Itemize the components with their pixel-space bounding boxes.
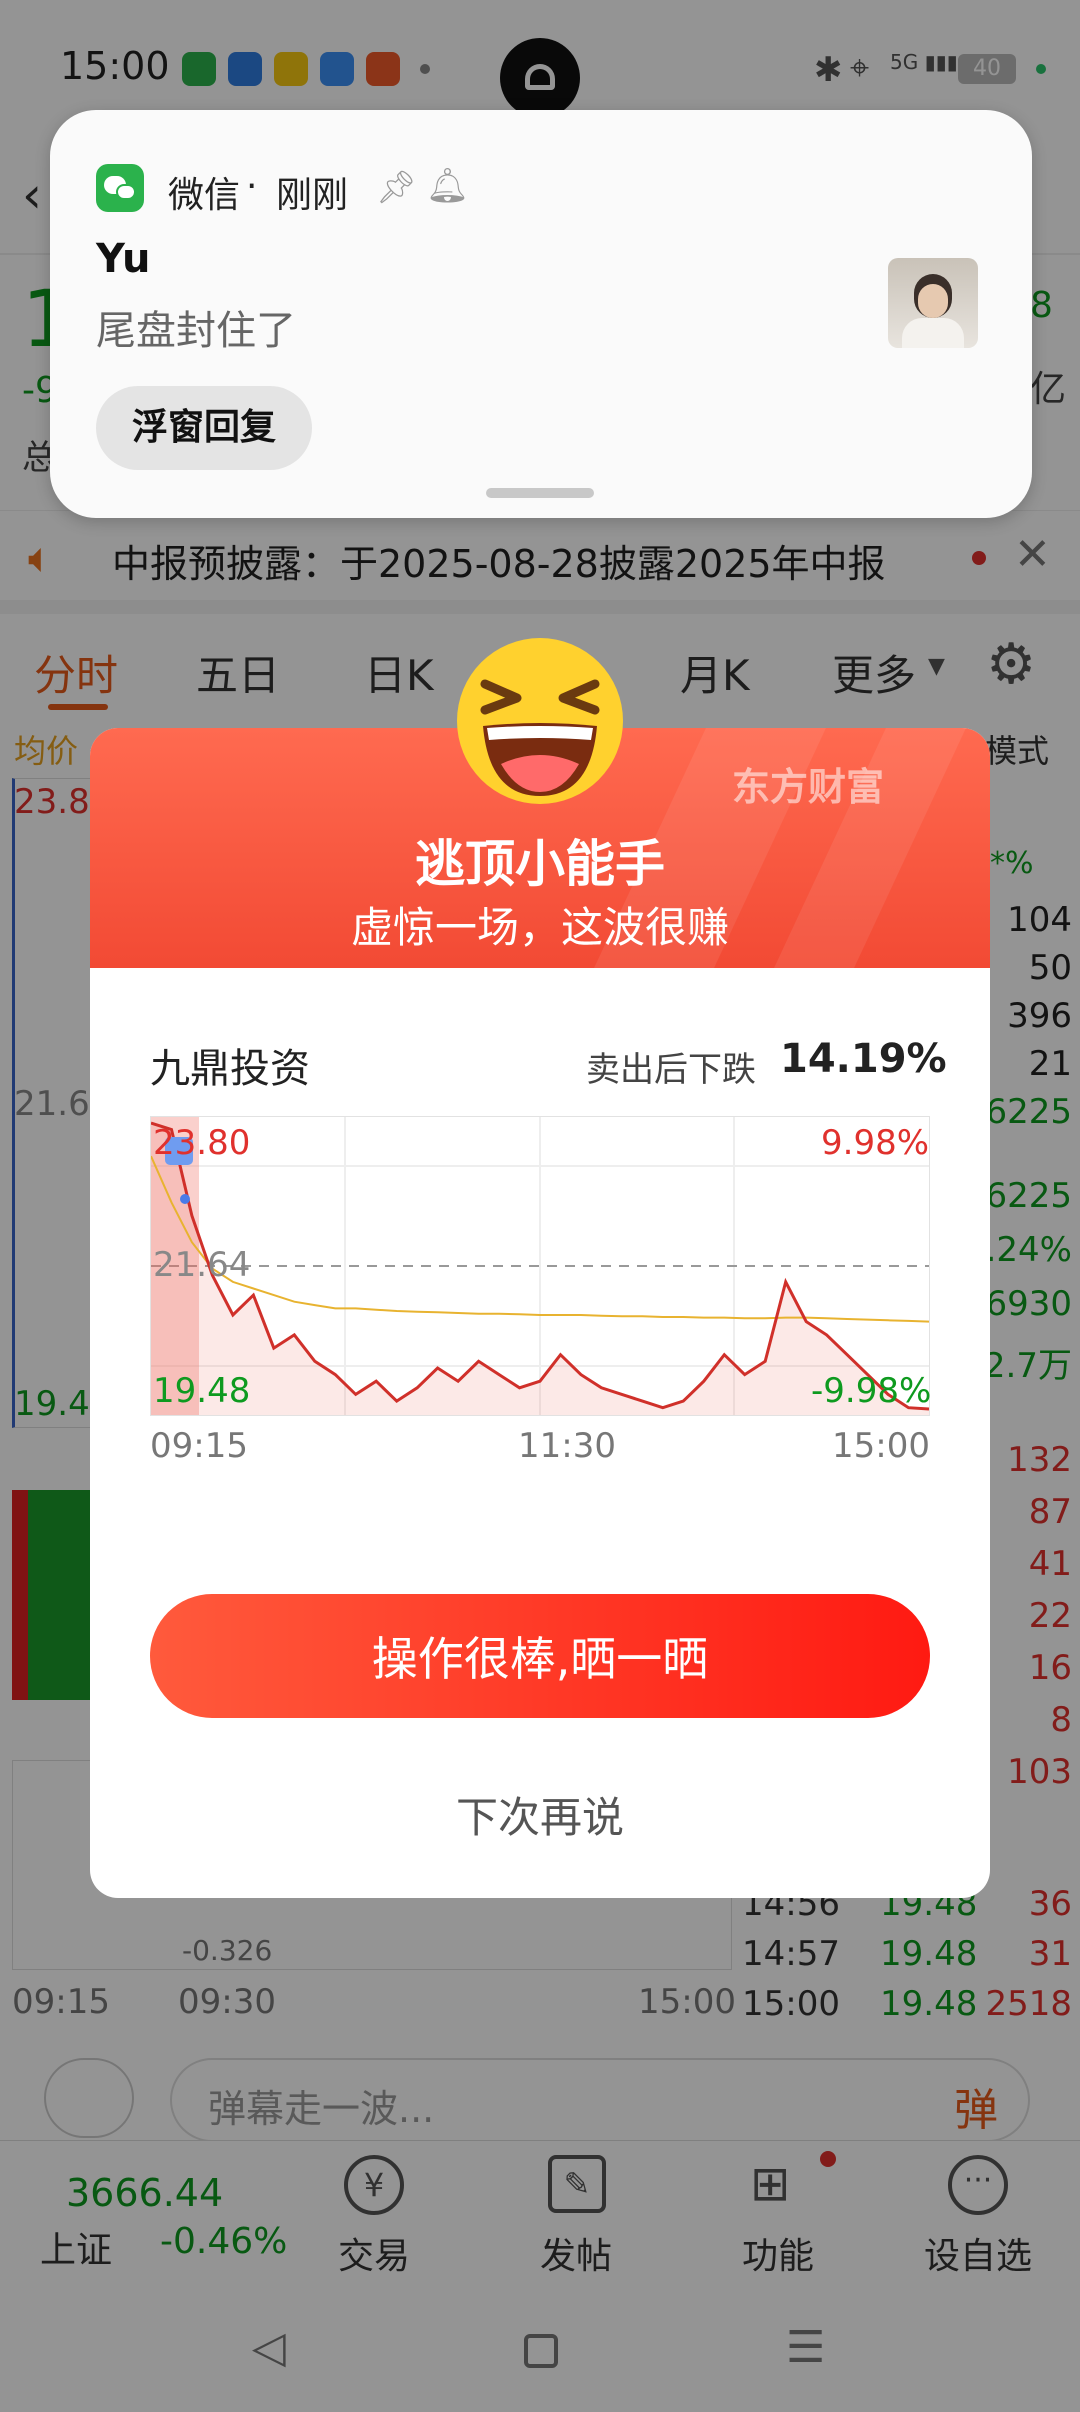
float-reply-label: 浮窗回复 xyxy=(131,407,276,448)
sell-point xyxy=(180,1194,190,1204)
pct-bottom-label: -9.98% xyxy=(811,1371,932,1411)
share-button[interactable]: 操作很棒,晒一晒 xyxy=(150,1594,930,1718)
sender-name: Yu xyxy=(96,236,151,282)
stock-name: 九鼎投资 xyxy=(150,1046,310,1092)
drop-value: 14.19% xyxy=(780,1036,947,1082)
x-tick-label: 09:15 xyxy=(150,1426,248,1466)
brand-logo: 东方财富 xyxy=(732,765,885,809)
laughing-emoji-icon xyxy=(455,636,625,806)
wechat-notification[interactable]: 微信 · 刚刚 📌︎ 🔔︎ Yu 尾盘封住了 浮窗回复 xyxy=(50,110,1032,518)
float-reply-button[interactable]: 浮窗回复 xyxy=(96,386,312,470)
drag-handle[interactable] xyxy=(486,488,594,498)
modal-title: 逃顶小能手 xyxy=(415,835,665,893)
drop-label: 卖出后下跌 xyxy=(586,1050,756,1090)
share-button-label: 操作很棒,晒一晒 xyxy=(371,1632,709,1686)
modal-subtitle: 虚惊一场，这波很赚 xyxy=(350,903,729,952)
notification-time: 刚刚 xyxy=(276,175,349,216)
pct-top-label: 9.98% xyxy=(821,1123,930,1163)
x-tick-label: 11:30 xyxy=(518,1426,616,1466)
y-top-label: 23.80 xyxy=(153,1123,251,1163)
x-tick-label: 15:00 xyxy=(832,1426,930,1466)
intraday-mini-chart: 23.80 21.64 19.48 9.98% -9.98% xyxy=(150,1116,932,1416)
avatar xyxy=(888,258,978,348)
notification-app: 微信 xyxy=(168,175,241,216)
later-button[interactable]: 下次再说 xyxy=(90,1784,990,1845)
bell-icon[interactable]: 🔔︎ xyxy=(426,166,469,206)
y-bottom-label: 19.48 xyxy=(153,1371,251,1411)
separator: · xyxy=(246,166,258,207)
y-mid-label: 21.64 xyxy=(153,1245,251,1285)
wechat-icon xyxy=(96,164,144,212)
achievement-modal: 东方财富 逃顶小能手 虚惊一场，这波很赚 九鼎投资 卖出后下跌 14.19% 2… xyxy=(90,728,990,1898)
message-text: 尾盘封住了 xyxy=(96,308,296,354)
pin-icon[interactable]: 📌︎ xyxy=(376,168,417,206)
